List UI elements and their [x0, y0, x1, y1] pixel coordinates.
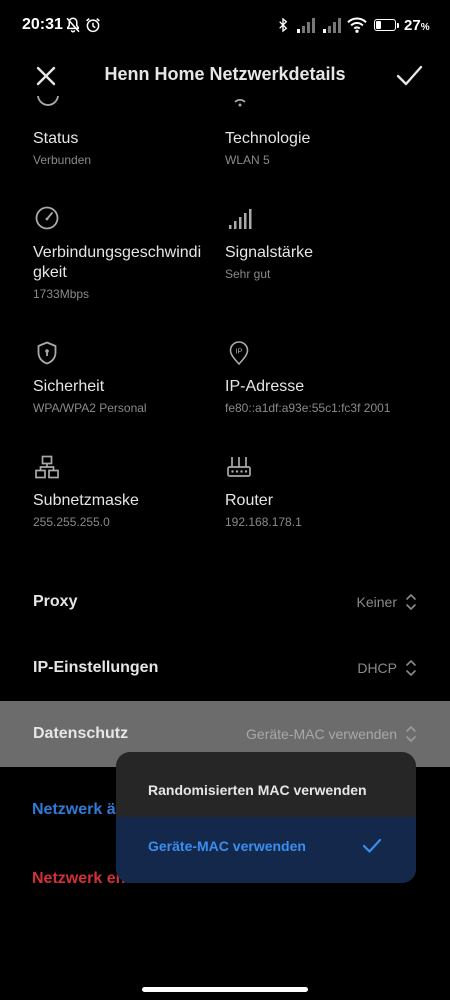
check-icon — [362, 838, 382, 853]
status-icon — [37, 96, 59, 106]
battery-tip — [397, 23, 399, 28]
router-icon — [227, 457, 251, 477]
option-device-mac[interactable]: Geräte-MAC verwenden — [116, 817, 416, 883]
detail-label-technology: Technologie — [225, 130, 311, 147]
wifi-icon — [234, 99, 246, 107]
page-title: Henn Home Netzwerkdetails — [104, 64, 346, 84]
scrolled-icons-row — [0, 96, 450, 110]
mute-bell-icon — [66, 17, 80, 33]
detail-label-router: Router — [225, 492, 274, 509]
detail-value-subnet: 255.255.255.0 — [33, 515, 110, 529]
detail-value-ip: fe80::a1df:a93e:55c1:fc3f 2001 — [225, 401, 391, 415]
detail-label-subnet: Subnetzmaske — [33, 492, 139, 509]
privacy-value: Geräte-MAC verwenden — [246, 726, 397, 742]
signal-strength-icon — [229, 209, 252, 229]
check-icon[interactable] — [394, 61, 424, 91]
detail-label-signal: Signalstärke — [225, 244, 314, 261]
ip-settings-value: DHCP — [357, 660, 397, 676]
ip-pin-icon: IP — [229, 341, 249, 366]
option-device-mac-label: Geräte-MAC verwenden — [148, 838, 306, 854]
battery-icon — [374, 19, 396, 31]
bluetooth-icon — [279, 17, 288, 33]
signal-icon — [297, 18, 315, 33]
speedometer-icon — [35, 206, 59, 230]
home-indicator[interactable] — [142, 987, 308, 992]
detail-value-status: Verbunden — [33, 153, 92, 167]
detail-value-speed: 1733Mbps — [33, 287, 90, 301]
detail-value-signal: Sehr gut — [225, 267, 271, 281]
battery-fill — [376, 21, 381, 29]
ip-settings-label: IP-Einstellungen — [33, 659, 159, 676]
modify-network-link[interactable]: Netzwerk ä — [32, 801, 116, 819]
wifi-icon — [347, 17, 367, 33]
status-time: 20:31 — [22, 16, 63, 33]
detail-label-security: Sicherheit — [33, 378, 105, 395]
detail-value-security: WPA/WPA2 Personal — [33, 401, 147, 415]
detail-label-ip: IP-Adresse — [225, 378, 305, 395]
proxy-row[interactable]: Proxy Keiner — [0, 569, 450, 635]
mac-options-popup: Randomisierten MAC verwenden Geräte-MAC … — [116, 752, 416, 883]
status-bar: 20:31 27% — [0, 0, 450, 52]
up-down-chevron-icon — [406, 660, 416, 676]
signal-icon — [323, 18, 341, 33]
battery-percent: 27% — [404, 17, 430, 34]
alarm-icon — [86, 18, 100, 33]
detail-label-speed: Verbindungsgeschwindi gkeit — [33, 244, 202, 281]
detail-label-status: Status — [33, 130, 79, 147]
network-tree-icon — [35, 455, 59, 479]
proxy-value: Keiner — [356, 594, 397, 610]
svg-text:IP: IP — [235, 347, 242, 356]
shield-icon — [37, 341, 57, 365]
battery-percent-value: 27 — [404, 17, 421, 34]
detail-value-technology: WLAN 5 — [225, 153, 270, 167]
up-down-chevron-icon — [406, 726, 416, 742]
proxy-label: Proxy — [33, 593, 78, 610]
option-randomized-mac-label: Randomisierten MAC verwenden — [148, 782, 367, 798]
privacy-label: Datenschutz — [33, 725, 129, 742]
up-down-chevron-icon — [406, 594, 416, 610]
battery-percent-unit: % — [420, 22, 430, 33]
ip-settings-row[interactable]: IP-Einstellungen DHCP — [0, 635, 450, 701]
option-randomized-mac[interactable]: Randomisierten MAC verwenden — [116, 752, 416, 817]
detail-value-router: 192.168.178.1 — [225, 515, 302, 529]
